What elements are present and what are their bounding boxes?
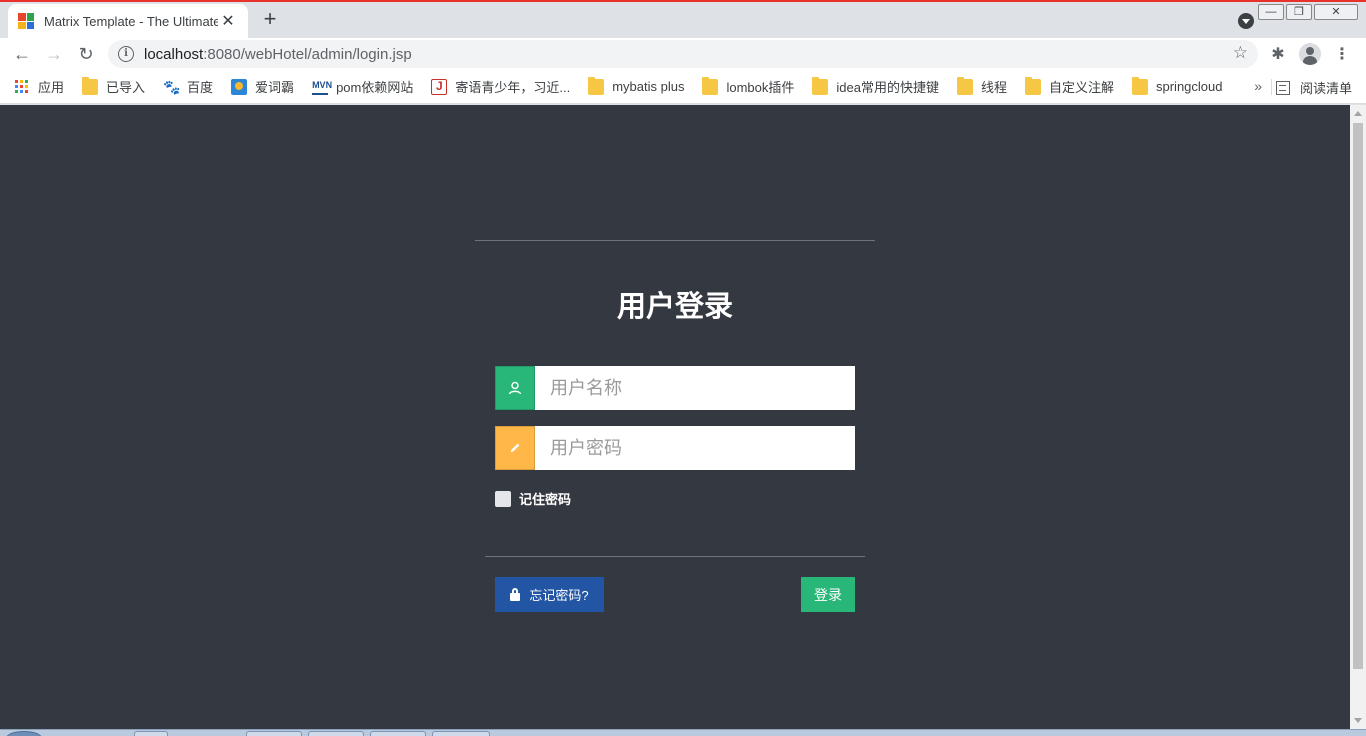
site-info-icon[interactable]: i	[118, 46, 134, 62]
reading-list-label: 阅读清单	[1299, 81, 1352, 96]
bookmark-label: mybatis plus	[612, 79, 685, 94]
taskbar-item[interactable]	[370, 731, 426, 736]
reading-list-button[interactable]: 阅读清单	[1275, 78, 1352, 97]
bookmarks-divider	[1271, 79, 1272, 95]
bookmark-label: 线程	[980, 80, 1007, 95]
bookmark-annotation[interactable]: 自定义注解	[1024, 76, 1114, 96]
folder-icon	[956, 76, 973, 95]
bookmark-label: pom依赖网站	[336, 80, 414, 95]
bookmark-label: 自定义注解	[1048, 80, 1114, 95]
bookmark-label: 已导入	[106, 80, 146, 95]
profile-button[interactable]	[1294, 42, 1326, 66]
window-controls: — ❐ ✕	[1256, 4, 1358, 20]
avatar-icon	[1299, 43, 1321, 65]
bookmark-imported[interactable]: 已导入	[82, 76, 146, 96]
taskbar-item[interactable]	[432, 731, 490, 736]
bookmark-thread[interactable]: 线程	[956, 76, 1007, 96]
bookmark-red-icon: J	[431, 78, 448, 95]
start-button[interactable]	[6, 731, 42, 736]
remember-password[interactable]: 记住密码	[495, 489, 571, 508]
folder-icon	[1024, 76, 1041, 95]
page-scrollbar[interactable]	[1350, 105, 1366, 729]
os-taskbar	[0, 729, 1366, 736]
url-text[interactable]: localhost:8080/webHotel/admin/login.jsp	[144, 46, 412, 63]
folder-icon	[812, 76, 829, 95]
bookmark-label: idea常用的快捷键	[836, 80, 939, 95]
apps-icon	[14, 79, 30, 95]
bookmark-apps[interactable]: 应用	[14, 77, 64, 96]
bookmarks-bar: 应用 已导入 🐾 百度 爱词霸 MVN pom依赖网站 J 寄语青少年，习近..…	[0, 70, 1366, 104]
tab-title: Matrix Template - The Ultimate	[44, 13, 218, 29]
taskbar-item[interactable]	[308, 731, 364, 736]
extensions-icon[interactable]: ✱	[1262, 42, 1294, 66]
remember-checkbox[interactable]	[495, 490, 511, 507]
toolbar-right: ✱ ⋮	[1262, 42, 1358, 66]
password-input[interactable]	[535, 426, 855, 470]
folder-icon	[82, 76, 99, 95]
window-close-button[interactable]: ✕	[1314, 4, 1358, 20]
minimize-button[interactable]: —	[1258, 4, 1284, 20]
bookmarks-more-icon[interactable]: »	[1254, 78, 1262, 94]
username-input[interactable]	[535, 366, 855, 410]
back-button[interactable]: ←	[6, 38, 38, 70]
bookmark-label: lombok插件	[726, 80, 795, 95]
favicon-icon	[18, 13, 34, 29]
user-icon	[495, 366, 535, 410]
taskbar-item[interactable]	[246, 731, 302, 736]
browser-tab[interactable]: Matrix Template - The Ultimate ✕	[8, 4, 248, 38]
bookmark-mybatis[interactable]: mybatis plus	[588, 76, 685, 95]
scroll-up-icon[interactable]	[1354, 111, 1362, 116]
browser-toolbar: ← → ↻ i localhost:8080/webHotel/admin/lo…	[0, 38, 1366, 70]
login-page: 用户登录 记住密码 忘记密码? 登录	[0, 105, 1350, 729]
bookmark-springcloud[interactable]: springcloud	[1132, 76, 1223, 95]
pencil-icon	[495, 426, 535, 470]
bookmark-label: 百度	[187, 80, 214, 95]
remember-label: 记住密码	[519, 492, 572, 507]
bookmark-label: 应用	[38, 80, 65, 95]
bookmark-jiyu[interactable]: J 寄语青少年，习近...	[431, 77, 570, 96]
bookmark-star-icon[interactable]: ☆	[1233, 43, 1248, 63]
scroll-thumb[interactable]	[1353, 123, 1363, 669]
folder-icon	[702, 76, 719, 95]
reload-button[interactable]: ↻	[70, 38, 102, 70]
bookmark-lombok[interactable]: lombok插件	[702, 76, 795, 96]
lock-icon	[510, 587, 521, 601]
forgot-password-button[interactable]: 忘记密码?	[495, 577, 604, 612]
bookmark-pom[interactable]: MVN pom依赖网站	[312, 77, 413, 96]
restore-button[interactable]: ❐	[1286, 4, 1312, 20]
reading-list-icon	[1275, 80, 1290, 95]
bottom-divider	[485, 556, 865, 557]
iciba-icon	[231, 78, 248, 95]
login-title: 用户登录	[616, 291, 733, 323]
url-path: :8080/webHotel/admin/login.jsp	[203, 45, 412, 63]
url-host: localhost	[144, 45, 204, 63]
bookmark-label: springcloud	[1156, 79, 1223, 94]
top-divider	[475, 240, 875, 241]
bookmark-label: 寄语青少年，习近...	[455, 80, 571, 95]
menu-icon[interactable]: ⋮	[1326, 42, 1358, 66]
address-bar[interactable]: i localhost:8080/webHotel/admin/login.js…	[108, 40, 1258, 68]
folder-icon	[1132, 76, 1148, 95]
bookmark-idea[interactable]: idea常用的快捷键	[812, 76, 939, 96]
folder-icon	[588, 76, 605, 95]
bookmark-label: 爱词霸	[255, 80, 295, 95]
bookmark-iciba[interactable]: 爱词霸	[231, 77, 294, 96]
baidu-icon: 🐾	[163, 78, 181, 95]
mvn-icon: MVN	[312, 79, 332, 95]
scroll-down-icon[interactable]	[1354, 718, 1362, 723]
tab-search-icon[interactable]	[1238, 13, 1254, 29]
new-tab-button[interactable]: +	[258, 8, 282, 32]
forward-button[interactable]: →	[38, 38, 70, 70]
username-field	[495, 366, 855, 410]
bookmark-baidu[interactable]: 🐾 百度	[163, 77, 213, 96]
forgot-password-label: 忘记密码?	[529, 588, 589, 603]
password-field	[495, 426, 855, 470]
taskbar-item[interactable]	[134, 731, 168, 736]
tab-close-icon[interactable]: ✕	[218, 11, 238, 31]
tab-strip: Matrix Template - The Ultimate ✕ + — ❐ ✕	[0, 0, 1366, 38]
login-button[interactable]: 登录	[801, 577, 855, 612]
